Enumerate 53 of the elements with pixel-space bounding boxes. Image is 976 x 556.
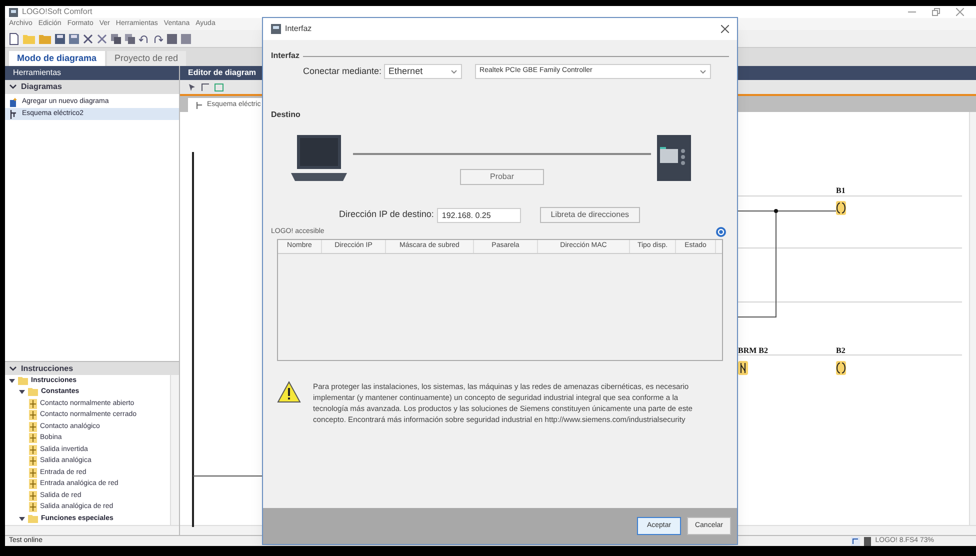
panel-title: Herramientas — [13, 67, 62, 79]
junction-dot — [774, 209, 778, 213]
coil-icon — [836, 201, 846, 215]
section-heading: Destino — [271, 109, 300, 121]
ip-address-field[interactable]: 192.168. 0.25 — [436, 208, 521, 222]
warning-icon — [277, 380, 301, 402]
folder-icon — [28, 514, 38, 523]
cut-icon[interactable] — [97, 34, 107, 44]
cut-icon[interactable] — [83, 34, 93, 44]
block-label: B2 — [836, 346, 846, 355]
dialog-title: Interfaz — [285, 23, 312, 35]
diagram-icon — [9, 110, 18, 118]
block-label: BRM B2 — [738, 346, 768, 355]
add-diagram-icon — [9, 98, 18, 106]
expanded-icon — [19, 516, 25, 522]
section-header[interactable]: Diagramas — [5, 80, 179, 94]
app-icon — [271, 24, 281, 34]
section-title: Diagramas — [21, 81, 62, 93]
refresh-icon[interactable] — [716, 227, 726, 238]
controller-icon — [657, 135, 691, 181]
address-book-button[interactable]: Libreta de direcciones — [540, 207, 640, 223]
vertical-scrollbar[interactable] — [969, 112, 976, 525]
caret-icon — [700, 70, 706, 74]
document-icon[interactable] — [9, 32, 19, 44]
device-icon — [864, 536, 872, 546]
redo-icon[interactable] — [153, 34, 163, 44]
contact-icon — [738, 361, 748, 375]
save-icon[interactable] — [55, 34, 65, 44]
block-label: B1 — [836, 186, 846, 195]
test-button[interactable]: Probar — [460, 169, 544, 185]
window-title: LOGO!Soft Comfort — [22, 6, 92, 18]
field-label: Conectar mediante: — [303, 64, 382, 78]
pointer-icon[interactable] — [188, 82, 197, 92]
mode-tab[interactable]: Modo de diagrama — [9, 51, 105, 66]
coil-icon — [836, 361, 846, 375]
app-icon — [9, 8, 18, 16]
section-title: Instrucciones — [21, 362, 74, 374]
undo-icon[interactable] — [139, 34, 149, 44]
wire-icon[interactable] — [201, 82, 210, 92]
vertical-scrollbar[interactable] — [170, 375, 179, 525]
restore-icon[interactable] — [932, 8, 940, 16]
mode-tab[interactable]: Proyecto de red — [106, 51, 186, 66]
save-icon[interactable] — [69, 34, 79, 44]
section-heading: Interfaz — [271, 50, 300, 62]
connection-icon — [851, 536, 860, 546]
field-label: Dirección IP de destino: — [339, 208, 434, 222]
connection-dropdown[interactable]: Ethernet — [384, 64, 462, 79]
laptop-icon — [291, 135, 347, 181]
section-header[interactable]: Instrucciones — [5, 361, 179, 375]
editor-title: Editor de diagram — [188, 67, 256, 79]
caret-icon — [450, 70, 457, 74]
close-icon[interactable] — [721, 25, 729, 33]
diagram-icon — [196, 102, 203, 108]
